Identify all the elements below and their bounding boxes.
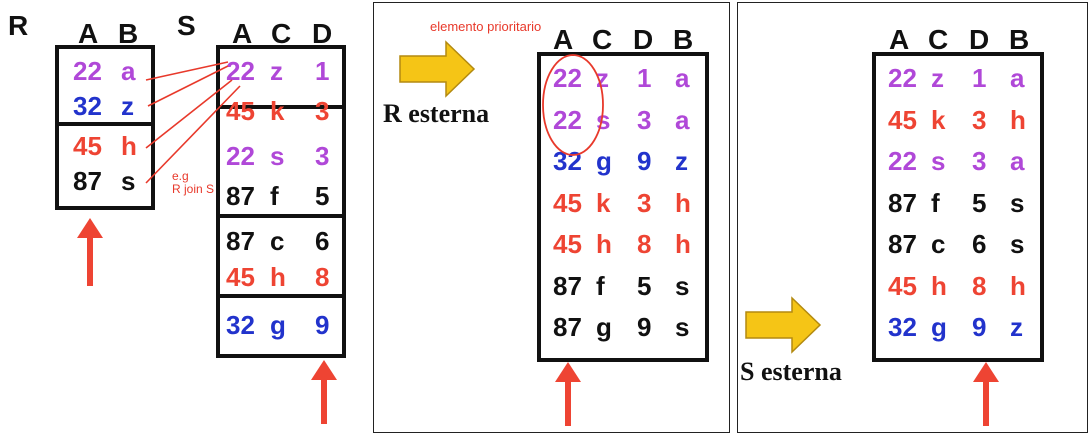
mid-cell-r3-c4: z — [675, 146, 688, 176]
s-scan-arrow-icon — [311, 360, 337, 424]
right-cell-r7-c4: z — [1010, 312, 1023, 342]
mid-cell-r2-c4: a — [675, 104, 690, 135]
right-cell-r1-c2: z — [931, 63, 944, 93]
right-header-b: B — [1009, 24, 1030, 55]
right-cell-r4-c3: 5 — [972, 187, 987, 218]
mid-cell-r6-c2: f — [596, 270, 605, 301]
mid-cell-r4-c3: 3 — [637, 187, 652, 218]
mid-cell-r1-c4: a — [675, 63, 690, 93]
right-cell-r1-c1: 22 — [888, 63, 917, 93]
mid-cell-r2-c3: 3 — [637, 104, 652, 135]
right-cell-r5-c1: 87 — [888, 229, 917, 259]
right-header-a: A — [889, 24, 910, 55]
s-outer-label: S esterna — [740, 357, 842, 386]
right-cell-r6-c1: 45 — [888, 270, 917, 301]
mid-header-d: D — [633, 24, 654, 55]
right-cell-r7-c3: 9 — [972, 312, 987, 342]
join-lines — [145, 61, 241, 184]
r-outer-label: R esterna — [383, 99, 490, 128]
r-outer-arrow-icon — [399, 40, 476, 98]
right-cell-r2-c1: 45 — [888, 104, 917, 135]
right-cell-r4-c1: 87 — [888, 187, 917, 218]
right-cell-r6-c2: h — [931, 270, 947, 301]
priority-note: elemento prioritario — [430, 19, 542, 34]
mid-cell-r7-c2: g — [596, 312, 612, 342]
right-cell-r3-c3: 3 — [972, 146, 987, 176]
right-cell-r2-c2: k — [931, 104, 946, 135]
mid-cell-r4-c1: 45 — [553, 187, 582, 218]
mid-cell-r5-c1: 45 — [553, 229, 582, 259]
right-cell-r3-c4: a — [1010, 146, 1025, 176]
mid-cell-r6-c1: 87 — [553, 270, 582, 301]
right-scan-arrow-icon — [973, 362, 999, 426]
mid-cell-r5-c2: h — [596, 229, 612, 259]
right-cell-r7-c1: 32 — [888, 312, 917, 342]
priority-circle — [542, 54, 604, 156]
right-cell-r4-c2: f — [931, 187, 940, 218]
right-cell-r3-c2: s — [931, 146, 946, 176]
join-line-22a — [145, 61, 229, 81]
right-cell-r4-c4: s — [1010, 187, 1025, 218]
right-header-d: D — [969, 24, 990, 55]
mid-cell-r7-c1: 87 — [553, 312, 582, 342]
mid-scan-arrow-icon — [555, 362, 581, 426]
right-cell-r6-c4: h — [1010, 270, 1026, 301]
mid-cell-r7-c3: 9 — [637, 312, 652, 342]
join-line-32z — [147, 65, 229, 107]
right-header-c: C — [928, 24, 949, 55]
right-cell-r6-c3: 8 — [972, 270, 987, 301]
mid-cell-r4-c4: h — [675, 187, 691, 218]
mid-cell-r6-c3: 5 — [637, 270, 652, 301]
mid-cell-r4-c2: k — [596, 187, 611, 218]
right-cell-r5-c2: c — [931, 229, 946, 259]
right-cell-r1-c3: 1 — [972, 63, 987, 93]
right-cell-r5-c4: s — [1010, 229, 1025, 259]
r-scan-arrow-icon — [77, 218, 103, 286]
mid-cell-r1-c3: 1 — [637, 63, 652, 93]
right-cell-r5-c3: 6 — [972, 229, 987, 259]
right-cell-r7-c2: g — [931, 312, 947, 342]
join-note-line2: R join S — [172, 182, 215, 196]
mid-cell-r5-c4: h — [675, 229, 691, 259]
right-cell-r1-c4: a — [1010, 63, 1025, 93]
mid-cell-r6-c4: s — [675, 270, 690, 301]
right-cell-r2-c4: h — [1010, 104, 1026, 135]
mid-cell-r3-c3: 9 — [637, 146, 652, 176]
right-cell-r3-c1: 22 — [888, 146, 917, 176]
right-cell-r2-c3: 3 — [972, 104, 987, 135]
mid-cell-r5-c3: 8 — [637, 229, 652, 259]
mid-header-b: B — [673, 24, 694, 55]
mid-cell-r7-c4: s — [675, 312, 690, 342]
s-outer-arrow-icon — [745, 296, 822, 354]
